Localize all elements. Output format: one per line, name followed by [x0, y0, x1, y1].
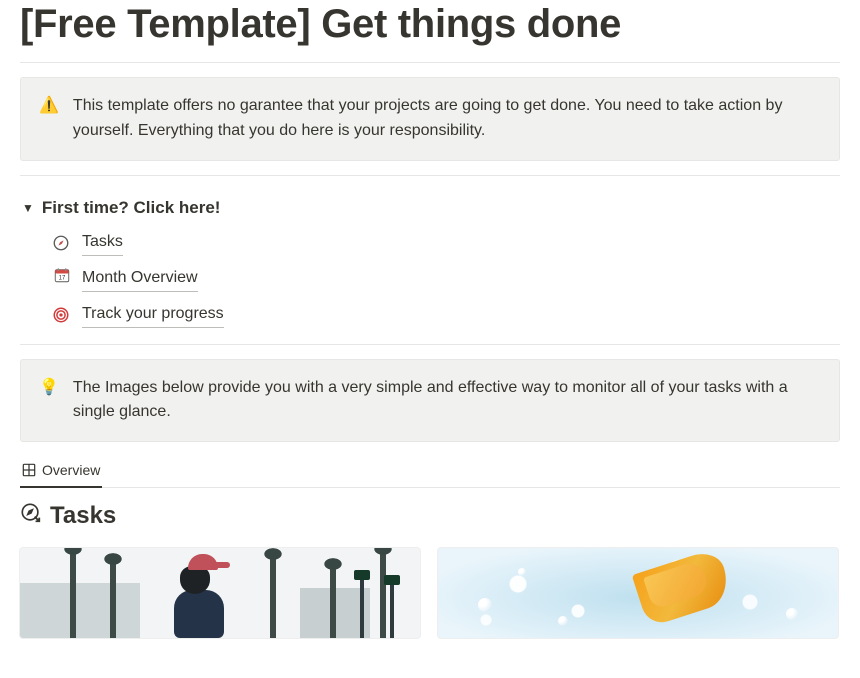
- gallery-card[interactable]: [20, 548, 420, 638]
- gallery-tasks: [20, 548, 840, 638]
- toggle-first-time[interactable]: ▼ First time? Click here!: [22, 194, 840, 222]
- gallery-card[interactable]: [438, 548, 838, 638]
- page-link-month-overview-label: Month Overview: [82, 266, 198, 292]
- toggle-first-time-label: First time? Click here!: [42, 198, 221, 218]
- compass-arrow-icon: [20, 502, 42, 530]
- tab-overview-label: Overview: [42, 462, 100, 478]
- divider: [20, 344, 840, 345]
- page-link-tasks-label: Tasks: [82, 230, 123, 256]
- tip-callout: 💡 The Images below provide you with a ve…: [20, 359, 840, 443]
- page-title: [Free Template] Get things done: [20, 0, 840, 48]
- tip-callout-text: The Images below provide you with a very…: [73, 376, 821, 426]
- target-icon: [52, 306, 72, 324]
- warning-callout-text: This template offers no garantee that yo…: [73, 94, 821, 144]
- bulb-icon: 💡: [39, 376, 59, 426]
- calendar-icon: 17: [52, 266, 72, 292]
- section-heading-tasks[interactable]: Tasks: [20, 502, 840, 530]
- page-link-track-progress-label: Track your progress: [82, 302, 224, 328]
- grid-icon: [22, 463, 36, 477]
- section-heading-tasks-title: Tasks: [50, 502, 116, 530]
- view-tabs: Overview: [20, 456, 840, 488]
- svg-text:17: 17: [59, 275, 66, 281]
- warning-callout: ⚠️ This template offers no garantee that…: [20, 77, 840, 161]
- caret-down-icon: ▼: [22, 202, 34, 214]
- tab-overview[interactable]: Overview: [20, 456, 102, 488]
- page-link-track-progress[interactable]: Track your progress: [52, 302, 840, 328]
- compass-icon: [52, 234, 72, 252]
- page-link-month-overview[interactable]: 17 Month Overview: [52, 266, 840, 292]
- divider: [20, 175, 840, 176]
- warning-icon: ⚠️: [39, 94, 59, 144]
- page-link-tasks[interactable]: Tasks: [52, 230, 840, 256]
- divider: [20, 62, 840, 63]
